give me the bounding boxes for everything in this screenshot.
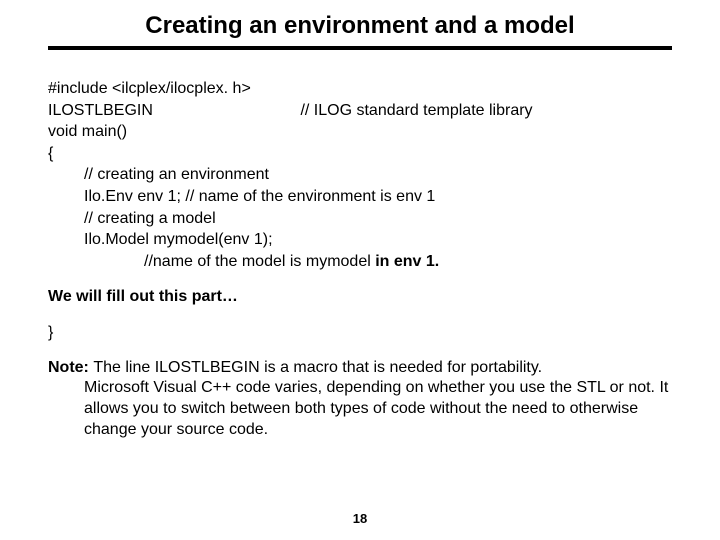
code-line: #include <ilcplex/ilocplex. h> [48,78,672,100]
code-line: // creating an environment [48,164,672,186]
slide: Creating an environment and a model #inc… [0,0,720,540]
code-emph: in env 1. [375,253,439,270]
code-line: We will fill out this part… [48,286,672,308]
code-line: } [48,322,672,344]
page-number: 18 [0,511,720,526]
code-line: Ilo.Model mymodel(env 1); [48,229,672,251]
code-line: //name of the model is mymodel in env 1. [48,251,672,273]
code-comment: //name of the model is mymodel [144,253,375,270]
code-line: // creating a model [48,208,672,230]
slide-title: Creating an environment and a model [48,12,672,50]
code-line: { [48,143,672,165]
note-text: Microsoft Visual C++ code varies, depend… [48,378,672,440]
note-text: The line ILOSTLBEGIN is a macro that is … [93,359,542,376]
note-label: Note: [48,359,93,376]
code-line: void main() [48,121,672,143]
code-block: #include <ilcplex/ilocplex. h> ILOSTLBEG… [48,78,672,344]
note-block: Note: The line ILOSTLBEGIN is a macro th… [48,358,672,441]
code-token: ILOSTLBEGIN [48,100,296,122]
code-comment: // ILOG standard template library [300,102,532,119]
code-line: Ilo.Env env 1; // name of the environmen… [48,186,672,208]
code-line: ILOSTLBEGIN // ILOG standard template li… [48,100,672,122]
